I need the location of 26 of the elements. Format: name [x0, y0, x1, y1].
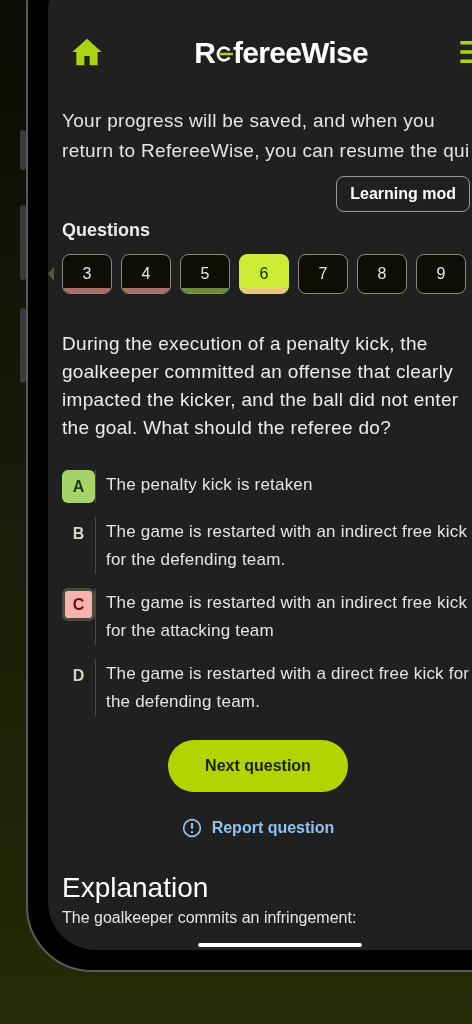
- answer-letter[interactable]: C: [62, 588, 95, 621]
- explanation-text: The goalkeeper commits an infringement:: [62, 908, 358, 928]
- question-text: During the execution of a penalty kick, the goalkeeper committed an offense that clearly impacted the kicker, and the ball did not enter the goal. What should the referee do?: [62, 332, 460, 440]
- answer-text[interactable]: The penalty kick is retaken: [106, 470, 472, 499]
- question-chip[interactable]: 9: [416, 254, 466, 294]
- question-chip[interactable]: 7: [298, 254, 348, 294]
- question-chip[interactable]: 5: [180, 254, 230, 294]
- answer-text[interactable]: The game is restarted with an indirect free kick for the attacking team: [106, 588, 472, 645]
- question-chip[interactable]: 4: [121, 254, 171, 294]
- report-question-link[interactable]: Report question: [181, 816, 335, 840]
- answer-letter[interactable]: B: [62, 517, 95, 550]
- answer-letter[interactable]: D: [62, 659, 95, 692]
- learning-mode-button[interactable]: Learning mod: [336, 176, 470, 212]
- explanation-heading: Explanation: [62, 871, 210, 905]
- alert-icon: [181, 818, 202, 838]
- progress-notice: Your progress will be saved, and when you return to RefereeWise, you can resume the qui: [62, 109, 471, 163]
- question-chip[interactable]: 6: [239, 254, 289, 294]
- questions-label: Questions: [62, 219, 151, 242]
- answer-letter[interactable]: A: [62, 470, 95, 503]
- logo: R fereeWise: [194, 34, 368, 71]
- next-question-button[interactable]: Next question: [168, 740, 348, 792]
- question-chip[interactable]: 8: [357, 254, 407, 294]
- answer-text[interactable]: The game is restarted with an indirect free kick for the defending team.: [106, 517, 472, 574]
- question-chip[interactable]: 3: [62, 254, 112, 294]
- home-icon[interactable]: [70, 36, 104, 68]
- answer-text[interactable]: The game is restarted with a direct free kick for the defending team.: [106, 659, 472, 716]
